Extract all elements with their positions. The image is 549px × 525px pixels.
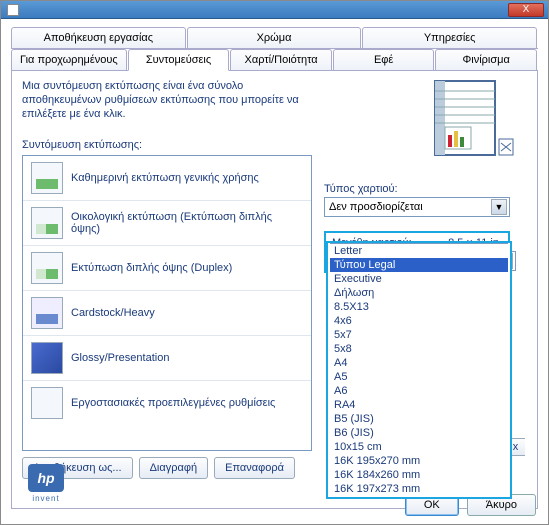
paper-size-option[interactable]: Letter [330, 244, 508, 258]
paper-size-option[interactable]: A4 [330, 356, 508, 370]
paper-size-option[interactable]: 5x8 [330, 342, 508, 356]
shortcut-icon [31, 297, 63, 329]
tab-save-job[interactable]: Αποθήκευση εργασίας [11, 27, 186, 48]
paper-size-option[interactable]: Δήλωση [330, 286, 508, 300]
paper-size-option[interactable]: 10x15 cm [330, 440, 508, 454]
tab-finishing[interactable]: Φινίρισμα [435, 49, 537, 70]
paper-size-option[interactable]: Executive [330, 272, 508, 286]
paper-size-option[interactable]: 16K 195x270 mm [330, 454, 508, 468]
tab-row-upper: Αποθήκευση εργασίας Χρώμα Υπηρεσίες [11, 27, 538, 49]
tab-color[interactable]: Χρώμα [187, 27, 362, 48]
tab-services[interactable]: Υπηρεσίες [362, 27, 537, 48]
shortcut-label: Εκτύπωση διπλής όψης (Duplex) [71, 262, 232, 274]
paper-size-option[interactable]: 5x7 [330, 328, 508, 342]
shortcut-label: Glossy/Presentation [71, 352, 169, 364]
dialog-content: Αποθήκευση εργασίας Χρώμα Υπηρεσίες Για … [1, 19, 548, 517]
shortcut-icon [31, 207, 63, 239]
shortcut-icon [31, 342, 63, 374]
paper-size-dropdown-list[interactable]: LetterΤύπου LegalExecutiveΔήλωση8.5X134x… [326, 241, 512, 499]
delete-button[interactable]: Διαγραφή [139, 457, 209, 479]
paper-size-option[interactable]: Τύπου Legal [330, 258, 508, 272]
shortcut-icon [31, 162, 63, 194]
tab-effects[interactable]: Εφέ [333, 49, 435, 70]
titlebar-app-icon [7, 4, 19, 16]
shortcut-item-cardstock[interactable]: Cardstock/Heavy [23, 291, 311, 336]
paper-type-value: Δεν προσδιορίζεται [329, 201, 423, 213]
paper-size-option[interactable]: B6 (JIS) [330, 426, 508, 440]
shortcut-label: Καθημερινή εκτύπωση γενικής χρήσης [71, 172, 259, 184]
paper-type-label: Τύπος χαρτιού: [324, 183, 510, 195]
paper-size-option[interactable]: A5 [330, 370, 508, 384]
tab-body-shortcuts: Μια συντόμευση εκτύπωσης είναι ένα σύνολ… [11, 71, 538, 509]
paper-type-combo[interactable]: Δεν προσδιορίζεται ▼ [324, 197, 510, 217]
print-preferences-dialog: X Αποθήκευση εργασίας Χρώμα Υπηρεσίες Γι… [0, 0, 549, 525]
shortcut-item-duplex[interactable]: Εκτύπωση διπλής όψης (Duplex) [23, 246, 311, 291]
paper-size-option[interactable]: 16K 184x260 mm [330, 468, 508, 482]
paper-size-option[interactable]: 8.5X13 [330, 300, 508, 314]
chevron-down-icon: ▼ [491, 199, 507, 215]
page-preview [413, 79, 523, 159]
intro-text: Μια συντόμευση εκτύπωσης είναι ένα σύνολ… [22, 79, 302, 121]
paper-size-option[interactable]: A6 [330, 384, 508, 398]
tab-row-lower: Για προχωρημένους Συντομεύσεις Χαρτί/Ποι… [11, 49, 538, 71]
shortcut-item-glossy[interactable]: Glossy/Presentation [23, 336, 311, 381]
shortcut-label: Οικολογική εκτύπωση (Εκτύπωση διπλής όψη… [71, 211, 303, 235]
shortcut-icon [31, 252, 63, 284]
shortcut-label: Cardstock/Heavy [71, 307, 155, 319]
paper-size-option[interactable]: RA4 [330, 398, 508, 412]
shortcut-label: Εργοστασιακές προεπιλεγμένες ρυθμίσεις [71, 397, 275, 409]
close-button[interactable]: X [508, 3, 544, 17]
titlebar: X [1, 1, 548, 19]
hp-logo-tag: invent [22, 494, 70, 503]
hp-logo-mark: hp [28, 464, 64, 492]
reset-button[interactable]: Επαναφορά [214, 457, 295, 479]
paper-size-option[interactable]: B5 (JIS) [330, 412, 508, 426]
shortcut-item-eco[interactable]: Οικολογική εκτύπωση (Εκτύπωση διπλής όψη… [23, 201, 311, 246]
shortcut-item-factory-defaults[interactable]: Εργοστασιακές προεπιλεγμένες ρυθμίσεις [23, 381, 311, 425]
shortcut-icon [31, 387, 63, 419]
shortcuts-listbox[interactable]: Καθημερινή εκτύπωση γενικής χρήσης Οικολ… [22, 155, 312, 451]
tab-shortcuts[interactable]: Συντομεύσεις [128, 49, 230, 71]
paper-size-option[interactable]: 16K 197x273 mm [330, 482, 508, 495]
paper-size-option[interactable]: 4x6 [330, 314, 508, 328]
shortcut-item-everyday[interactable]: Καθημερινή εκτύπωση γενικής χρήσης [23, 156, 311, 201]
hp-logo: hp invent [22, 464, 70, 500]
tab-advanced[interactable]: Για προχωρημένους [11, 49, 127, 70]
tab-paper-quality[interactable]: Χαρτί/Ποιότητα [230, 49, 332, 70]
